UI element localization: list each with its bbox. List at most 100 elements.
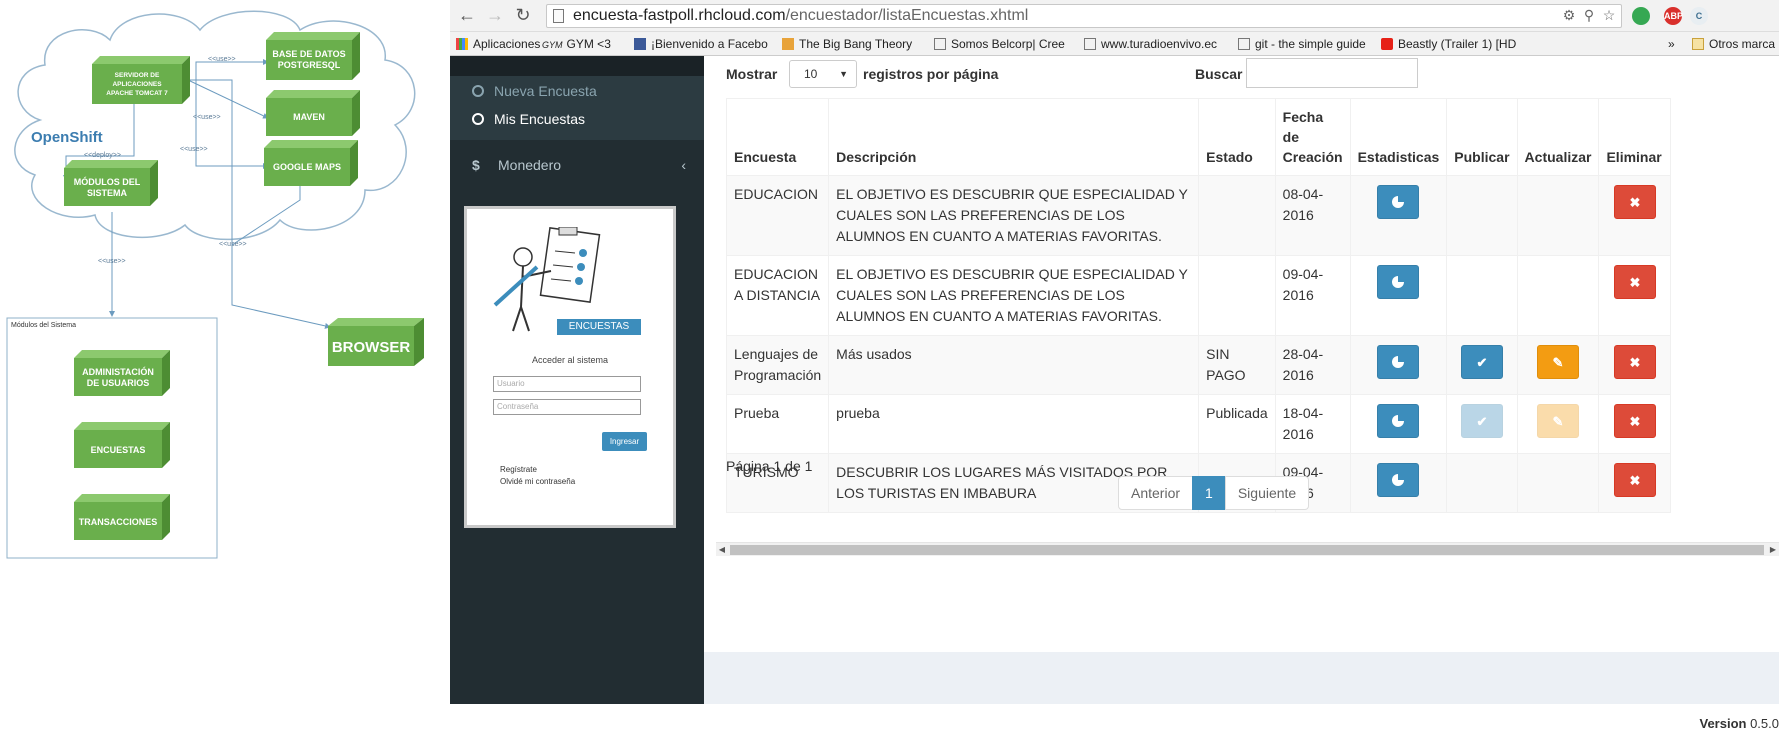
search-label: Buscar [1195, 66, 1243, 82]
page-icon [934, 38, 946, 50]
publicar-cell [1446, 175, 1518, 256]
cell-fecha: 08-04- 2016 [1274, 175, 1351, 256]
publicar-cell [1446, 255, 1518, 336]
col-encuesta[interactable]: Encuesta [725, 98, 830, 176]
cell-encuesta: Lenguajes de Programación [725, 335, 830, 395]
cell-descripcion: Más usados [828, 335, 1200, 395]
bookmark-belcorp[interactable]: Somos Belcorp| Cree [934, 36, 1080, 52]
publicar-button[interactable]: ✔ [1460, 345, 1503, 379]
folder-icon [1692, 38, 1704, 50]
actualizar-cell: ✎ [1516, 335, 1600, 395]
cell-descripcion: EL OBJETIVO ES DESCUBRIR QUE ESPECIALIDA… [828, 175, 1200, 256]
reload-icon[interactable]: ↻ [512, 4, 534, 26]
main-content: Mostrar 10 ▼ registros por página Buscar … [704, 56, 1779, 731]
address-bar[interactable]: encuesta-fastpoll.rhcloud.com/encuestado… [546, 4, 1622, 28]
estadisticas-button[interactable] [1377, 463, 1420, 497]
eliminar-button[interactable]: ✖ [1613, 404, 1656, 438]
col-eliminar[interactable]: Eliminar [1598, 98, 1672, 176]
scrollbar-thumb[interactable] [730, 545, 1764, 555]
extension-c-icon[interactable]: C [1690, 7, 1708, 25]
pagination: Anterior 1 Siguiente [1118, 476, 1310, 510]
page-length-select[interactable]: 10 ▼ [789, 60, 857, 88]
sidebar-item-mis-encuestas[interactable]: Mis Encuestas [472, 108, 585, 130]
bookmark-gym[interactable]: GYM GYM <3 [542, 36, 611, 52]
scroll-left-icon[interactable]: ◀ [716, 543, 728, 557]
svg-text:MÓDULOS DEL: MÓDULOS DEL [74, 176, 141, 187]
sidebar-item-nueva-encuesta[interactable]: Nueva Encuesta [472, 80, 597, 102]
circle-icon [472, 85, 484, 97]
forward-icon[interactable]: → [484, 4, 506, 26]
cell-estado: SIN PAGO [1198, 335, 1276, 395]
use-label-4: <<use>> [98, 258, 126, 265]
actualizar-cell: ✎ [1516, 394, 1600, 454]
cell-fecha: 28-04- 2016 [1274, 335, 1351, 395]
actualizar-button[interactable]: ✎ [1537, 345, 1579, 379]
horizontal-scrollbar[interactable]: ◀ ▶ [716, 542, 1779, 556]
cell-descripcion: EL OBJETIVO ES DESCUBRIR QUE ESPECIALIDA… [828, 255, 1200, 336]
estadisticas-button[interactable] [1377, 345, 1420, 379]
estadisticas-button[interactable] [1377, 185, 1420, 219]
zoom-icon[interactable]: ⚲ [1580, 6, 1598, 24]
col-estado[interactable]: Estado [1198, 98, 1276, 176]
use-label-5: <<use>> [219, 241, 247, 248]
login-register-link: Regístrate [500, 465, 537, 474]
eliminar-cell: ✖ [1598, 255, 1672, 336]
extension-green-icon[interactable] [1632, 7, 1650, 25]
eliminar-button[interactable]: ✖ [1613, 345, 1656, 379]
chevron-left-icon: ‹ [681, 157, 686, 173]
bookmark-git-guide[interactable]: git - the simple guide [1238, 36, 1388, 52]
col-fecha[interactable]: Fecha de Creación [1274, 98, 1351, 176]
bookmark-big-bang[interactable]: The Big Bang Theory [782, 36, 932, 52]
pie-chart-icon [1392, 356, 1405, 368]
sidebar-item-monedero[interactable]: $ Monedero ‹ [472, 154, 692, 176]
browser-box: BROWSER [328, 318, 424, 366]
eliminar-button[interactable]: ✖ [1613, 463, 1656, 497]
estadisticas-button[interactable] [1377, 404, 1420, 438]
col-descripcion[interactable]: Descripción [828, 98, 1200, 176]
next-page-button[interactable]: Siguiente [1224, 476, 1310, 510]
bookmark-facebook[interactable]: ¡Bienvenido a Facebo [634, 36, 784, 52]
estadisticas-button[interactable] [1377, 265, 1420, 299]
scroll-right-icon[interactable]: ▶ [1767, 543, 1779, 557]
close-icon: ✖ [1629, 473, 1641, 488]
svg-text:GOOGLE MAPS: GOOGLE MAPS [273, 162, 341, 172]
publicar-cell: ✔ [1446, 394, 1518, 454]
bookmark-turadio[interactable]: www.turadioenvivo.ec [1084, 36, 1234, 52]
col-publicar[interactable]: Publicar [1446, 98, 1518, 176]
eliminar-cell: ✖ [1598, 394, 1672, 454]
page-1-button[interactable]: 1 [1192, 476, 1226, 510]
estadisticas-cell [1349, 255, 1448, 336]
table-row: EDUCACION EL OBJETIVO ES DESCUBRIR QUE ES… [725, 175, 1672, 256]
svg-text:APLICACIONES: APLICACIONES [112, 81, 162, 88]
bookmark-other[interactable]: Otros marca [1692, 36, 1775, 52]
col-estadisticas[interactable]: Estadisticas [1349, 98, 1448, 176]
module-admin-usuarios: ADMINISTACIÓN DE USUARIOS [74, 350, 170, 396]
back-icon[interactable]: ← [456, 4, 478, 26]
svg-text:ENCUESTAS: ENCUESTAS [91, 445, 146, 455]
cell-encuesta: EDUCACION A DISTANCIA [725, 255, 830, 336]
eliminar-button[interactable]: ✖ [1613, 185, 1656, 219]
bookmark-beastly[interactable]: Beastly (Trailer 1) [HD [1381, 36, 1535, 52]
col-actualizar[interactable]: Actualizar [1516, 98, 1600, 176]
module-transacciones: TRANSACCIONES [74, 494, 170, 540]
bookmark-apps[interactable]: Aplicaciones [456, 36, 540, 52]
url-domain: encuesta-fastpoll.rhcloud.com [573, 7, 786, 24]
login-forgot-link: Olvidé mi contraseña [500, 477, 576, 486]
cell-encuesta: EDUCACION [725, 175, 830, 256]
search-input[interactable] [1246, 58, 1418, 88]
star-icon[interactable]: ☆ [1600, 6, 1618, 24]
location-blocked-icon[interactable]: ⚙ [1560, 6, 1578, 24]
eliminar-button[interactable]: ✖ [1613, 265, 1656, 299]
publicar-button: ✔ [1460, 404, 1503, 438]
use-label-3: <<use>> [180, 146, 208, 153]
openshift-label: OpenShift [31, 129, 103, 146]
svg-text:BROWSER: BROWSER [332, 339, 411, 356]
svg-text:SERVIDOR DE: SERVIDOR DE [115, 72, 160, 79]
version-footer: Version 0.5.0 [1699, 716, 1779, 731]
sidebar: Nueva Encuesta Mis Encuestas $ Monedero ‹… [450, 56, 704, 704]
prev-page-button[interactable]: Anterior [1118, 476, 1194, 510]
bookmarks-overflow[interactable]: » [1668, 36, 1675, 52]
show-label: Mostrar [726, 66, 778, 82]
page-icon [1084, 38, 1096, 50]
adblock-icon[interactable]: ABP [1664, 7, 1683, 25]
